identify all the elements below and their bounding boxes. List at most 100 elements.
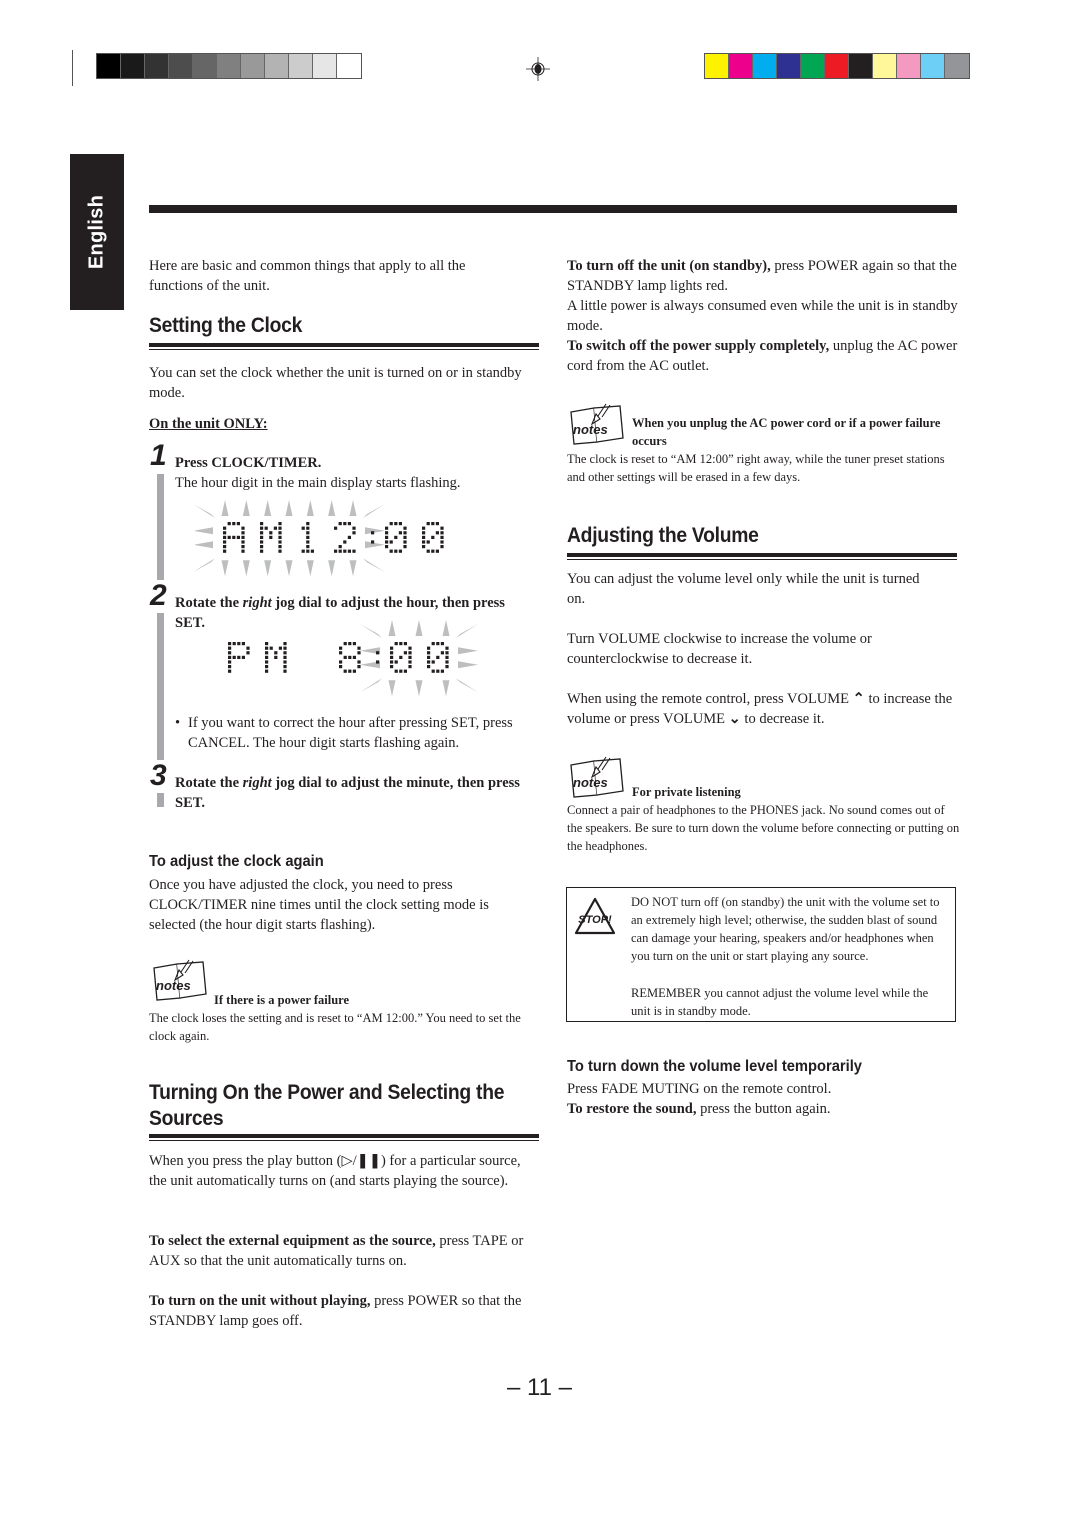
intro-text: Here are basic and common things that ap… <box>149 258 466 294</box>
section-title: Setting the Clock <box>149 314 303 337</box>
grayscale-color-bar <box>96 53 362 79</box>
caution-remember: REMEMBER you cannot adjust the volume le… <box>631 986 929 1018</box>
note-unplug-body: The clock is reset to “AM 12:00” right a… <box>567 452 945 484</box>
svg-text:notes: notes <box>573 775 608 790</box>
color-swatch <box>849 54 873 78</box>
page-number: – 11 – <box>507 1374 572 1401</box>
note-power-failure-body: The clock loses the setting and is reset… <box>149 1011 521 1043</box>
color-swatch <box>753 54 777 78</box>
volume-p3-c: to decrease it. <box>740 711 825 727</box>
volume-p1: You can adjust the volume level only whi… <box>567 571 920 607</box>
svg-text:STOP!: STOP! <box>578 914 612 926</box>
note-power-failure-title: If there is a power failure <box>214 993 350 1007</box>
caution-box: STOP! DO NOT turn off (on standby) the u… <box>566 887 956 1022</box>
setting-clock-intro: You can set the clock whether the unit i… <box>149 365 522 401</box>
lcd-char <box>371 531 375 544</box>
power-intro: When you press the play button (▷/❚❚) fo… <box>149 1153 521 1189</box>
lcd-char <box>334 522 356 553</box>
lcd-display-pm-8-00 <box>228 620 478 697</box>
gray-swatch <box>217 54 241 78</box>
step-1-body: The hour digit in the main display start… <box>175 475 461 491</box>
gray-swatch <box>193 54 217 78</box>
notes-icon: notes <box>570 756 624 798</box>
gray-swatch <box>289 54 313 78</box>
step-1-title: Press CLOCK/TIMER. <box>175 455 322 471</box>
gray-swatch <box>97 54 121 78</box>
volume-p3: When using the remote control, press VOL… <box>567 689 957 729</box>
section-title: Turning On the Power and Selecting the S… <box>149 1081 505 1130</box>
lcd-char <box>390 642 412 673</box>
lcd-char <box>223 522 245 553</box>
volume-down-icon: ⌄ <box>728 711 741 727</box>
adjust-again-title: To adjust the clock again <box>149 853 324 870</box>
heading-rule <box>149 343 539 347</box>
volume-up-icon: ⌃ <box>852 691 865 707</box>
lcd-char <box>265 642 287 673</box>
external-source-text: To select the external equipment as the … <box>149 1231 534 1271</box>
step-2-title-em: right <box>242 595 272 611</box>
lcd-char <box>260 522 282 553</box>
color-swatch <box>945 54 969 78</box>
lcd-char <box>422 522 444 553</box>
step-number-1: 1 <box>150 439 167 472</box>
lcd-char <box>301 522 314 553</box>
temporary-title: To turn down the volume level temporaril… <box>567 1058 862 1075</box>
step-bar <box>157 474 164 580</box>
lcd-display-am-12-00 <box>195 500 444 577</box>
flash-indicator-icon <box>360 620 478 697</box>
setting-clock-heading: Setting the Clock <box>149 313 539 350</box>
lcd-char <box>339 642 361 673</box>
turn-off-text: To turn off the unit (on standby), press… <box>567 256 962 296</box>
step-bar <box>157 613 164 760</box>
heading-rule <box>567 553 957 557</box>
temporary-body: Press FADE MUTING on the remote control. <box>567 1081 832 1097</box>
note-unplug-title: When you unplug the AC power cord or if … <box>632 416 941 448</box>
heading-rule-thin <box>149 349 539 350</box>
heading-rule <box>149 1134 539 1138</box>
gray-swatch <box>337 54 361 78</box>
step-3-title: Rotate the right jog dial to adjust the … <box>175 773 535 813</box>
gray-swatch <box>241 54 265 78</box>
gray-swatch <box>121 54 145 78</box>
language-label: English <box>85 194 108 270</box>
step-3-title-a: Rotate the <box>175 775 243 791</box>
color-swatch <box>729 54 753 78</box>
lcd-char <box>376 651 380 664</box>
power-heading: Turning On the Power and Selecting the S… <box>149 1080 539 1141</box>
step-2-title-a: Rotate the <box>175 595 243 611</box>
unit-only-label: On the unit ONLY: <box>149 416 268 432</box>
bullet-dot: • <box>175 715 181 731</box>
volume-heading: Adjusting the Volume <box>567 523 957 560</box>
lcd-char <box>385 522 407 553</box>
process-color-bar <box>704 53 970 79</box>
turn-on-text: To turn on the unit without playing, pre… <box>149 1291 534 1331</box>
notes-icon: notes <box>153 959 207 1001</box>
restore-rest: press the button again. <box>696 1101 831 1117</box>
stop-icon: STOP! <box>574 897 616 935</box>
color-swatch <box>777 54 801 78</box>
step-3-title-em: right <box>242 775 272 791</box>
color-swatch <box>801 54 825 78</box>
crop-mark <box>72 50 73 86</box>
color-swatch <box>705 54 729 78</box>
color-swatch <box>897 54 921 78</box>
standby-note: A little power is always consumed even w… <box>567 298 958 334</box>
header-rule <box>149 205 957 213</box>
language-tab: English <box>70 154 124 310</box>
gray-swatch <box>265 54 289 78</box>
color-swatch <box>921 54 945 78</box>
svg-text:notes: notes <box>573 422 608 437</box>
volume-p3-a: When using the remote control, press VOL… <box>567 691 853 707</box>
switch-off-bold: To switch off the power supply completel… <box>567 338 830 354</box>
note-private-title: For private listening <box>632 785 741 799</box>
gray-swatch <box>169 54 193 78</box>
gray-swatch <box>313 54 337 78</box>
restore-text: To restore the sound, press the button a… <box>567 1099 831 1119</box>
step-number-2: 2 <box>150 579 167 612</box>
color-swatch <box>873 54 897 78</box>
step-2-bullet: • If you want to correct the hour after … <box>175 713 535 753</box>
step-bar <box>157 793 164 807</box>
lcd-char <box>228 642 250 673</box>
step-number-3: 3 <box>150 759 167 792</box>
step-2-bullet-text: If you want to correct the hour after pr… <box>188 715 513 751</box>
